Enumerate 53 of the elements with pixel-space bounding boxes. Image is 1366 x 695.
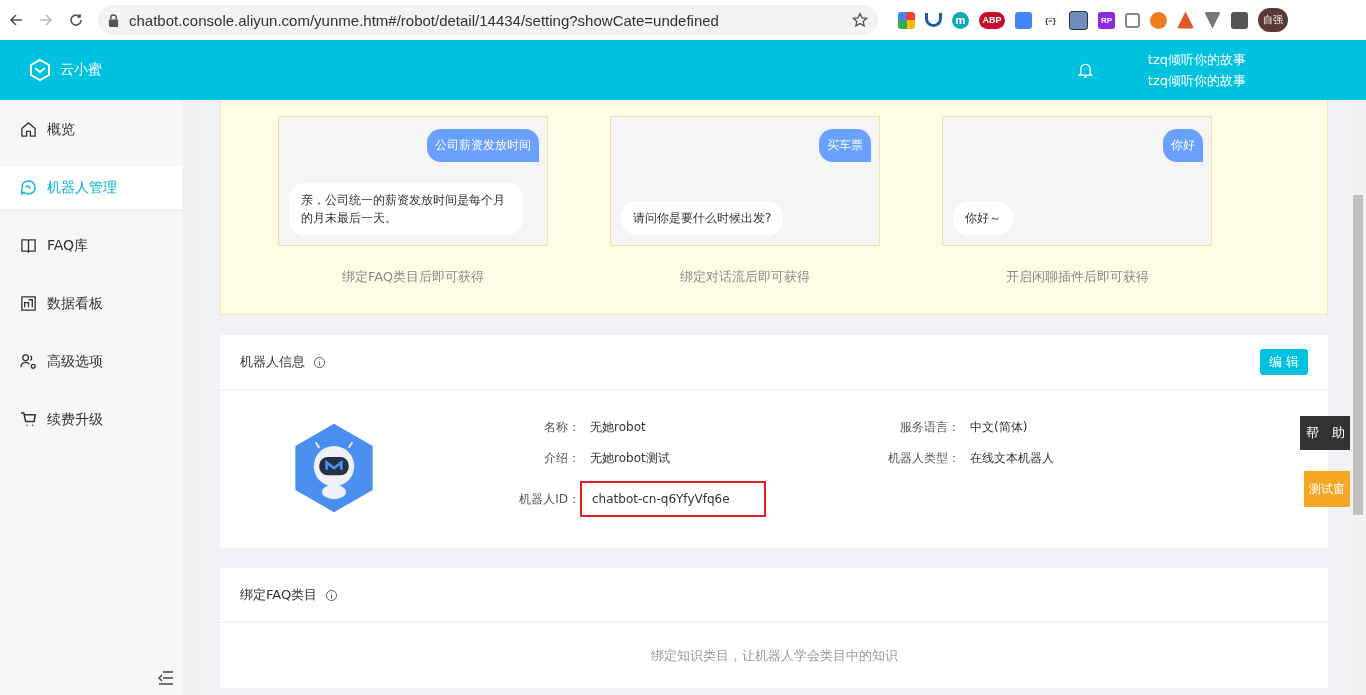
user-message: 公司薪资发放时间: [427, 129, 539, 162]
extension-icon[interactable]: [925, 13, 942, 27]
url-text: chatbot.console.aliyun.com/yunme.htm#/robot/detail/14434/setting?showCate=undefined: [129, 11, 720, 29]
bot-reply: 请问你是要什么时候出发?: [621, 201, 784, 235]
section-title: 绑定FAQ类目: [240, 586, 318, 604]
demo-hint: 开启闲聊插件后即可获得: [1005, 268, 1149, 286]
field-value: 无她robot测试: [590, 450, 670, 467]
user-message: 你好: [1163, 129, 1203, 162]
extension-icon[interactable]: ABP: [979, 11, 1005, 29]
demo-hint: 绑定FAQ类目后即可获得: [341, 268, 485, 286]
reload-icon[interactable]: [68, 12, 84, 28]
demo-hint: 绑定对话流后即可获得: [680, 268, 810, 286]
field-value: 在线文本机器人: [970, 450, 1054, 467]
bookmark-star-icon[interactable]: [852, 12, 868, 28]
collapse-menu-icon[interactable]: [158, 671, 174, 685]
help-button[interactable]: 帮 助: [1300, 416, 1350, 450]
user-message: 买车票: [819, 129, 871, 162]
back-icon[interactable]: [8, 12, 24, 28]
field-value: 中文(简体): [970, 419, 1028, 436]
extension-icon[interactable]: [1231, 11, 1248, 29]
info-icon[interactable]: [313, 355, 326, 369]
lock-icon: [108, 13, 119, 27]
extension-icon[interactable]: {≡}: [1042, 11, 1059, 29]
sidebar-item[interactable]: 高级选项: [0, 340, 182, 383]
field-label: 服务语言：: [899, 419, 960, 436]
field-label: 机器人ID：: [518, 490, 580, 508]
bot-reply: 你好～: [953, 201, 1013, 235]
chart-icon: [20, 295, 37, 312]
extension-icon[interactable]: [1069, 10, 1088, 30]
bot-reply: 亲，公司统一的薪资发放时间是每个月的月末最后一天。: [289, 183, 523, 235]
users-icon: [20, 353, 37, 370]
field-value: chatbot-cn-q6YfyVfq6e: [580, 481, 766, 517]
home-icon: [20, 121, 37, 138]
empty-hint: 绑定知识类目，让机器人学会类目中的知识: [649, 647, 899, 665]
field-label: 名称：: [543, 419, 580, 436]
sidebar-item[interactable]: FAQ库: [0, 224, 182, 267]
scrollbar[interactable]: [182, 100, 200, 695]
field-value: 无她robot: [590, 419, 646, 436]
info-icon[interactable]: [325, 588, 339, 602]
cube-logo-icon: [28, 58, 52, 82]
sidebar-item[interactable]: 数据看板: [0, 282, 182, 325]
cart-icon: [20, 411, 37, 428]
field-label: 机器人类型：: [887, 450, 960, 467]
app-name: 云小蜜: [60, 61, 102, 79]
sidebar-item[interactable]: 概览: [0, 108, 182, 151]
profile-avatar[interactable]: 自强: [1258, 8, 1288, 32]
extension-icon[interactable]: RP: [1098, 11, 1115, 29]
section-title: 机器人信息: [240, 353, 305, 371]
sidebar-item[interactable]: 续费升级: [0, 398, 182, 441]
field-label: 介绍：: [543, 450, 580, 467]
book-icon: [20, 237, 37, 254]
scrollbar[interactable]: [1350, 100, 1366, 695]
address-bar[interactable]: chatbot.console.aliyun.com/yunme.htm#/robot/detail/14434/setting?showCate=undefined: [98, 5, 878, 35]
